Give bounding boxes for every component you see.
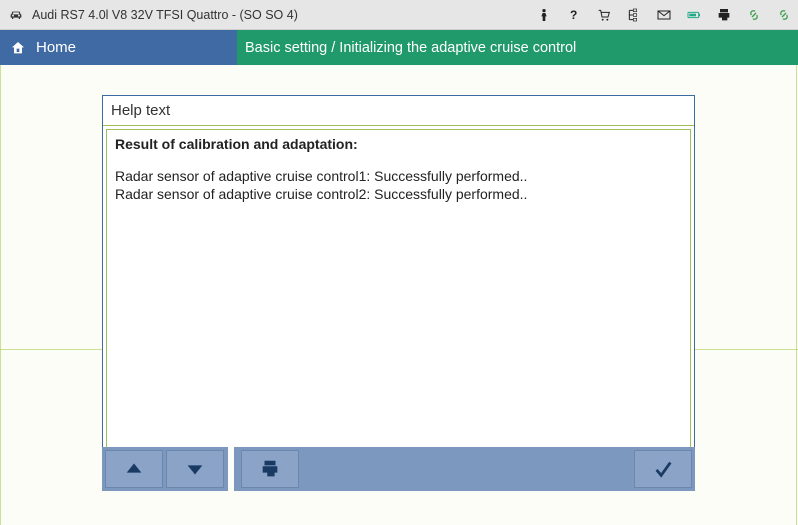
home-label: Home bbox=[36, 39, 76, 56]
confirm-button[interactable] bbox=[634, 450, 692, 488]
home-button[interactable]: Home bbox=[0, 30, 237, 65]
tree-icon[interactable] bbox=[626, 7, 642, 23]
battery-icon[interactable] bbox=[686, 7, 702, 23]
vehicle-title: Audi RS7 4.0l V8 32V TFSI Quattro - (SO … bbox=[32, 8, 298, 22]
header-bar: Home Basic setting / Initializing the ad… bbox=[0, 30, 798, 65]
titlebar-icons: ? bbox=[536, 7, 792, 23]
work-area: Help text Result of calibration and adap… bbox=[0, 65, 798, 525]
scroll-up-button[interactable] bbox=[105, 450, 163, 488]
print-button[interactable] bbox=[241, 450, 299, 488]
link2-icon[interactable] bbox=[776, 7, 792, 23]
panel-header-text: Help text bbox=[111, 102, 170, 119]
print-icon[interactable] bbox=[716, 7, 732, 23]
person-icon[interactable] bbox=[536, 7, 552, 23]
toolbar-separator bbox=[228, 447, 234, 491]
panel-header: Help text bbox=[103, 96, 694, 126]
breadcrumb: Basic setting / Initializing the adaptiv… bbox=[237, 30, 798, 65]
svg-text:?: ? bbox=[570, 8, 577, 22]
result-line: Radar sensor of adaptive cruise control2… bbox=[115, 186, 682, 204]
result-panel: Help text Result of calibration and adap… bbox=[102, 95, 695, 490]
titlebar-left: Audi RS7 4.0l V8 32V TFSI Quattro - (SO … bbox=[8, 7, 298, 23]
window-titlebar: Audi RS7 4.0l V8 32V TFSI Quattro - (SO … bbox=[0, 0, 798, 30]
print-icon bbox=[259, 458, 281, 480]
arrow-down-icon bbox=[184, 458, 206, 480]
breadcrumb-text: Basic setting / Initializing the adaptiv… bbox=[245, 40, 576, 56]
link1-icon[interactable] bbox=[746, 7, 762, 23]
help-icon[interactable]: ? bbox=[566, 7, 582, 23]
check-icon bbox=[652, 458, 674, 480]
cart-icon[interactable] bbox=[596, 7, 612, 23]
grid-line bbox=[796, 65, 797, 525]
panel-body: Result of calibration and adaptation: Ra… bbox=[106, 129, 691, 486]
spacer bbox=[115, 160, 682, 168]
home-icon bbox=[10, 40, 26, 56]
mail-icon[interactable] bbox=[656, 7, 672, 23]
scroll-down-button[interactable] bbox=[166, 450, 224, 488]
grid-line bbox=[0, 65, 1, 525]
result-title: Result of calibration and adaptation: bbox=[115, 136, 682, 152]
result-line: Radar sensor of adaptive cruise control1… bbox=[115, 168, 682, 186]
arrow-up-icon bbox=[123, 458, 145, 480]
car-icon bbox=[8, 7, 24, 23]
panel-toolbar bbox=[102, 447, 695, 491]
